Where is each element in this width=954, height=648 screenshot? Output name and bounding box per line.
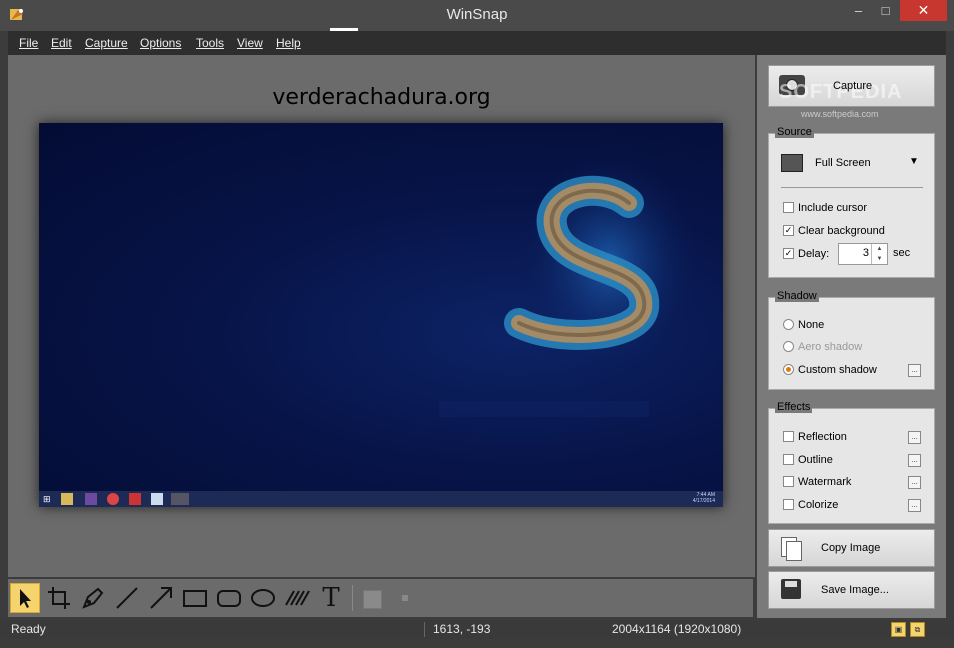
outline-settings-button[interactable]: … — [908, 454, 921, 467]
checkbox-icon — [783, 475, 794, 487]
copy-image-label: Copy Image — [821, 542, 881, 554]
save-image-label: Save Image... — [821, 584, 889, 596]
outline-checkbox[interactable]: Outline — [783, 453, 833, 467]
chevron-down-icon[interactable]: ▼ — [871, 254, 887, 264]
menu-file[interactable]: File — [19, 36, 38, 50]
rectangle-tool-icon[interactable] — [180, 583, 210, 613]
checkmark-icon: ✓ — [783, 224, 794, 236]
effects-title: Effects — [775, 401, 813, 413]
preview-canvas[interactable]: verderachadura.org ⊞ 7:44 AM 4/17/2014 — [8, 55, 755, 577]
menu-view[interactable]: View — [237, 36, 263, 50]
effects-group: Effects Reflection … Outline … Watermark… — [768, 401, 935, 524]
colorize-checkbox[interactable]: Colorize — [783, 498, 838, 512]
shadow-custom-radio[interactable]: Custom shadow — [783, 363, 877, 377]
menu-options[interactable]: Options — [140, 36, 181, 50]
checkbox-icon — [783, 201, 794, 213]
pen-tool-icon[interactable] — [78, 583, 108, 613]
copy-image-button[interactable]: Copy Image — [768, 529, 935, 567]
custom-shadow-settings-button[interactable]: … — [908, 364, 921, 377]
copy-icon-front — [786, 541, 802, 561]
shadow-title: Shadow — [775, 290, 819, 302]
copy-status-icon[interactable]: ⧉ — [910, 622, 925, 637]
title-bar: WinSnap – □ ✕ — [0, 0, 954, 31]
text-tool-icon[interactable]: T — [316, 583, 346, 613]
minimize-button[interactable]: – — [845, 0, 872, 21]
shadow-none-radio[interactable]: None — [783, 318, 824, 332]
watermark-checkbox[interactable]: Watermark — [783, 475, 851, 489]
save-image-button[interactable]: Save Image... — [768, 571, 935, 609]
line-tool-icon[interactable] — [112, 583, 142, 613]
maximize-button[interactable]: □ — [872, 0, 899, 21]
include-cursor-checkbox[interactable]: Include cursor — [783, 201, 867, 215]
captured-screenshot[interactable]: ⊞ 7:44 AM 4/17/2014 — [39, 123, 723, 507]
shadow-aero-radio: Aero shadow — [783, 340, 862, 354]
app-icon — [129, 493, 141, 505]
stroke-size-swatch[interactable] — [402, 595, 408, 601]
floppy-disk-icon — [781, 579, 801, 599]
image-size: 2004x1164 (1920x1080) — [612, 622, 742, 636]
delay-checkbox[interactable]: ✓ Delay: — [783, 247, 829, 261]
delay-stepper[interactable]: 3 ▲ ▼ — [838, 243, 888, 265]
hatch-tool-icon[interactable] — [282, 583, 312, 613]
screenshot-taskbar: ⊞ 7:44 AM 4/17/2014 — [39, 491, 723, 507]
source-dropdown-icon[interactable]: ▼ — [909, 156, 919, 167]
source-group: Source Full Screen ▼ Include cursor ✓ Cle… — [768, 126, 935, 278]
document-icon — [151, 493, 163, 505]
checkbox-icon — [783, 498, 794, 510]
shadow-group: Shadow None Aero shadow Custom shadow … — [768, 290, 935, 390]
watermark-settings-button[interactable]: … — [908, 476, 921, 489]
cursor-coordinates: 1613, -193 — [433, 622, 491, 636]
radio-icon — [783, 340, 794, 352]
colorize-settings-button[interactable]: … — [908, 499, 921, 512]
radio-selected-icon — [783, 363, 794, 375]
site-text: verderachadura.org — [272, 85, 491, 110]
fill-color-swatch[interactable] — [363, 590, 382, 609]
island-image — [439, 153, 699, 417]
menu-tools[interactable]: Tools — [196, 36, 224, 50]
menu-bar: File Edit Capture Options Tools View Hel… — [8, 31, 946, 55]
drawing-toolbar: T — [8, 579, 753, 617]
toolbar-separator — [352, 585, 353, 611]
chrome-icon — [107, 493, 119, 505]
status-text: Ready — [11, 622, 46, 636]
app-icon — [85, 493, 97, 505]
rounded-rectangle-tool-icon[interactable] — [214, 583, 244, 613]
checkbox-icon — [783, 453, 794, 465]
checkmark-icon: ✓ — [783, 247, 794, 259]
capture-label: Capture — [833, 80, 873, 92]
reflection-settings-button[interactable]: … — [908, 431, 921, 444]
capture-button[interactable]: SOFTPEDIA Capture — [768, 65, 935, 107]
menu-help[interactable]: Help — [276, 36, 301, 50]
menu-capture[interactable]: Capture — [85, 36, 128, 50]
watermark-url: www.softpedia.com — [801, 109, 879, 119]
folder-icon — [61, 493, 73, 505]
options-sidebar: SOFTPEDIA Capture www.softpedia.com Sour… — [757, 55, 946, 618]
app-icon — [171, 493, 189, 505]
start-icon: ⊞ — [43, 494, 51, 504]
reflection-checkbox[interactable]: Reflection — [783, 430, 847, 444]
source-divider — [781, 187, 923, 188]
select-tool-icon[interactable] — [10, 583, 40, 613]
checkbox-icon — [783, 430, 794, 442]
delay-unit: sec — [893, 247, 911, 259]
clear-background-checkbox[interactable]: ✓ Clear background — [783, 224, 885, 238]
source-title: Source — [775, 126, 814, 138]
status-bar: Ready 1613, -193 2004x1164 (1920x1080) ▣… — [0, 620, 954, 639]
ellipse-tool-icon[interactable] — [248, 583, 278, 613]
taskbar-clock: 7:44 AM 4/17/2014 — [692, 492, 715, 504]
monitor-icon — [781, 154, 803, 172]
radio-icon — [783, 318, 794, 330]
status-divider — [424, 622, 425, 637]
close-button[interactable]: ✕ — [900, 0, 947, 21]
source-mode[interactable]: Full Screen — [815, 157, 871, 169]
chevron-up-icon[interactable]: ▲ — [871, 244, 887, 254]
menu-edit[interactable]: Edit — [51, 36, 72, 50]
crop-tool-icon[interactable] — [44, 583, 74, 613]
arrow-tool-icon[interactable] — [146, 583, 176, 613]
save-status-icon[interactable]: ▣ — [891, 622, 906, 637]
window-title: WinSnap — [446, 6, 508, 23]
